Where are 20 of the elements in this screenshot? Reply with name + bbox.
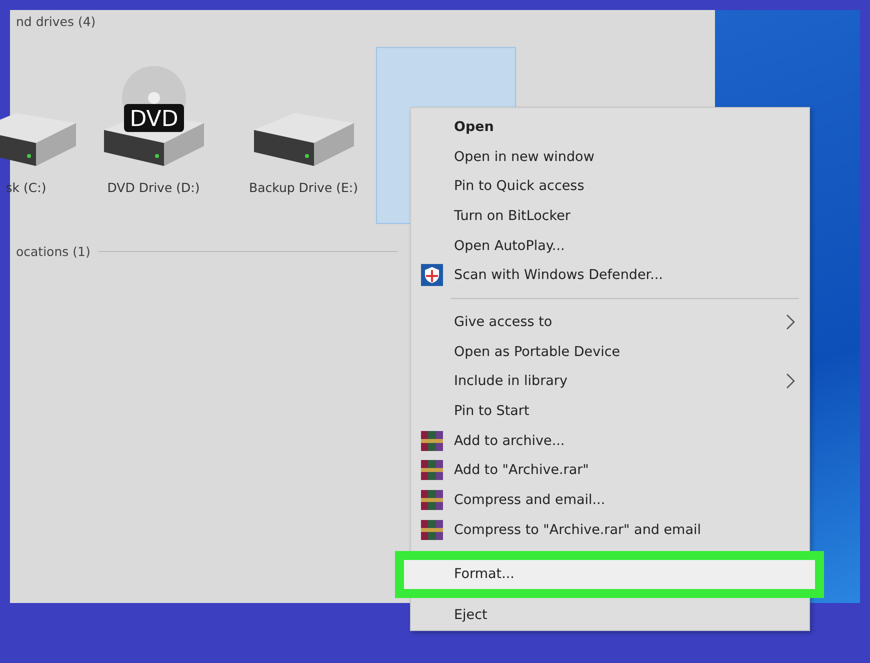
menu-item-label: Pin to Quick access: [454, 178, 586, 194]
drive-label: DVD Drive (D:): [107, 180, 200, 195]
menu-item-label: Compress and email...: [454, 492, 606, 508]
menu-item-label: Compress to "Archive.rar" and email: [454, 522, 702, 538]
menu-item-label: Add to "Archive.rar": [454, 462, 590, 478]
section-header: nd drives (4): [16, 14, 96, 29]
menu-item-label: Include in library: [454, 373, 568, 390]
menu-item-label: Open as Portable Device: [454, 344, 622, 360]
menu-item-label: Turn on BitLocker: [454, 208, 572, 224]
menu-item-label: Open in new window: [454, 148, 596, 165]
menu-item-label: Open: [454, 118, 495, 135]
menu-item-label: Eject: [454, 607, 488, 624]
menu-item-label: Pin to Start: [454, 403, 530, 420]
menu-item-label: Scan with Windows Defender...: [454, 267, 664, 284]
drive-label: Backup Drive (E:): [249, 180, 358, 195]
section-header: ocations (1): [16, 244, 90, 259]
menu-item-label: Format...: [454, 566, 516, 582]
menu-item-label: Add to archive...: [454, 432, 566, 449]
menu-item-label: Give access to: [454, 314, 554, 330]
menu-item-label: Open AutoPlay...: [454, 238, 566, 254]
